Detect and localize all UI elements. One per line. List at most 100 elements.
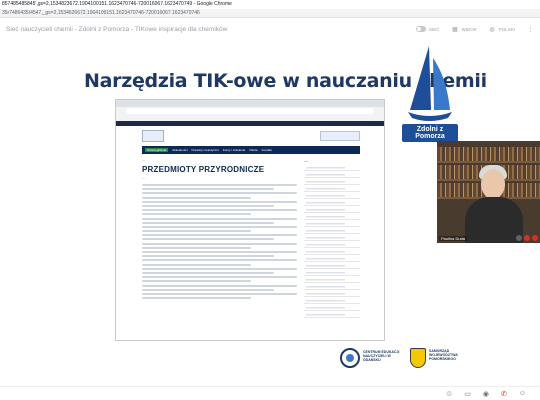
sidebar-item — [304, 165, 360, 171]
site-logo — [142, 130, 164, 142]
person-face — [481, 169, 505, 199]
text-line — [142, 276, 297, 279]
inner-address-bar — [126, 108, 374, 114]
sidebar-item — [304, 214, 360, 220]
pomorskie-logo-text: SAMORZĄD WOJEWÓDZTWA POMORSKIEGO — [429, 349, 458, 362]
globe-icon: ◍ — [489, 26, 495, 33]
menu-item: Strona główna — [145, 148, 169, 152]
taskbar: ♲ ▭ ◉ ✆ ☺ — [0, 386, 540, 400]
sidebar-item — [304, 284, 360, 290]
sidebar-item — [304, 256, 360, 262]
text-line — [142, 209, 297, 212]
sidebar-item — [304, 186, 360, 192]
sidebar-item — [304, 235, 360, 241]
toggle-icon[interactable] — [415, 26, 426, 32]
page-sidebar: — — [304, 158, 360, 319]
sidebar-item — [304, 221, 360, 227]
text-line — [142, 280, 251, 283]
sidebar-item — [304, 207, 360, 213]
language-control[interactable]: ◍ POLSKI — [489, 26, 515, 33]
address-bar[interactable]: 35r7486435/4547,_gs=2,1534626672.1904109… — [0, 9, 540, 18]
window-title-bar: 857485485845',gs=2,1534823672.1904100151… — [0, 0, 540, 9]
text-line — [142, 246, 251, 249]
sidebar-title: — — [304, 158, 308, 163]
logo-text: Zdolni z Pomorza — [402, 124, 458, 142]
sidebar-item — [304, 179, 360, 185]
mic-off-icon[interactable] — [524, 235, 530, 241]
post-meta: — — [142, 176, 145, 180]
language-label: POLSKI — [498, 26, 515, 32]
eu-logo — [320, 131, 360, 141]
text-line — [142, 213, 251, 216]
text-line — [142, 184, 297, 186]
text-line — [142, 238, 274, 241]
text-line — [142, 288, 274, 291]
view-label: WIDOK — [461, 26, 477, 32]
text-line — [142, 196, 251, 199]
text-line — [142, 230, 251, 233]
text-line — [142, 297, 251, 300]
site-menu: Strona główna Aktualności Doradcy metody… — [142, 146, 360, 154]
url-text[interactable]: 35r7486435/4547,_gs=2,1534626672.1904109… — [2, 10, 200, 16]
bookshelf-row — [437, 147, 540, 161]
camera-icon[interactable]: ◉ — [483, 390, 489, 398]
pomorskie-crest-icon — [410, 348, 426, 368]
text-line — [142, 263, 251, 266]
menu-item: Kursy i szkolenia — [222, 148, 246, 152]
text-line — [142, 251, 297, 253]
sidebar-item — [304, 305, 360, 311]
sidebar-item — [304, 270, 360, 276]
text-line — [142, 225, 297, 228]
sidebar-item — [304, 249, 360, 255]
network-control[interactable]: SIEĆ — [415, 26, 440, 32]
hangup-icon[interactable] — [532, 235, 538, 241]
menu-item: Oferta — [249, 148, 258, 152]
text-line — [142, 204, 274, 207]
cen-logo-text: CENTRUM EDUKACJI NAUCZYCIELI W GDAŃSKU — [363, 350, 400, 363]
tray-icons: ♲ ▭ ◉ ✆ ☺ — [446, 390, 526, 398]
partner-logos: CENTRUM EDUKACJI NAUCZYCIELI W GDAŃSKU S… — [340, 346, 540, 374]
more-button[interactable]: ⋮ — [527, 26, 534, 33]
breadcrumb: — — [142, 158, 145, 162]
menu-item: Kontakt — [261, 148, 272, 152]
sidebar-item — [304, 193, 360, 199]
people-icon[interactable]: ☺ — [519, 390, 526, 398]
page-content: — PRZEDMIOTY PRZYRODNICZE — — [142, 158, 297, 301]
sail-logo-icon — [408, 46, 452, 121]
sidebar-item — [304, 263, 360, 269]
screen-icon[interactable]: ▭ — [464, 390, 471, 398]
video-controls — [516, 235, 538, 241]
more-icon: ⋮ — [527, 26, 534, 33]
browser-tabstrip — [116, 100, 384, 107]
meeting-title: Sieć nauczycieli chemii - Zdolni z Pomor… — [6, 25, 228, 33]
text-line — [142, 200, 297, 203]
sidebar-item — [304, 298, 360, 304]
page-heading: PRZEDMIOTY PRZYRODNICZE — [142, 165, 265, 174]
camera-icon[interactable] — [516, 235, 522, 241]
web-page: Strona główna Aktualności Doradcy metody… — [116, 121, 384, 340]
text-line — [142, 192, 297, 195]
shared-browser-window: Strona główna Aktualności Doradcy metody… — [115, 99, 385, 341]
text-line — [142, 259, 297, 262]
site-header — [116, 126, 384, 146]
recycle-icon[interactable]: ♲ — [446, 390, 452, 398]
menu-item: Doradcy metodyczni — [191, 148, 219, 152]
participant-name: Paulina Duda — [439, 236, 468, 241]
cen-logo-icon — [340, 348, 360, 368]
sidebar-item — [304, 312, 360, 318]
view-control[interactable]: ▦ WIDOK — [451, 26, 477, 33]
sidebar-item — [304, 200, 360, 206]
meeting-toolbar: Sieć nauczycieli chemii - Zdolni z Pomor… — [0, 18, 540, 40]
sidebar-item — [304, 172, 360, 178]
text-line — [142, 188, 274, 191]
menu-item: Aktualności — [172, 148, 188, 152]
grid-icon: ▦ — [452, 26, 458, 33]
sidebar-item — [304, 277, 360, 283]
participant-video[interactable]: Paulina Duda — [437, 141, 540, 243]
text-line — [142, 217, 297, 220]
shelf — [437, 161, 540, 163]
sidebar-item — [304, 291, 360, 297]
network-label: SIEĆ — [428, 26, 440, 32]
phone-icon[interactable]: ✆ — [501, 390, 507, 398]
sidebar-item — [304, 228, 360, 234]
